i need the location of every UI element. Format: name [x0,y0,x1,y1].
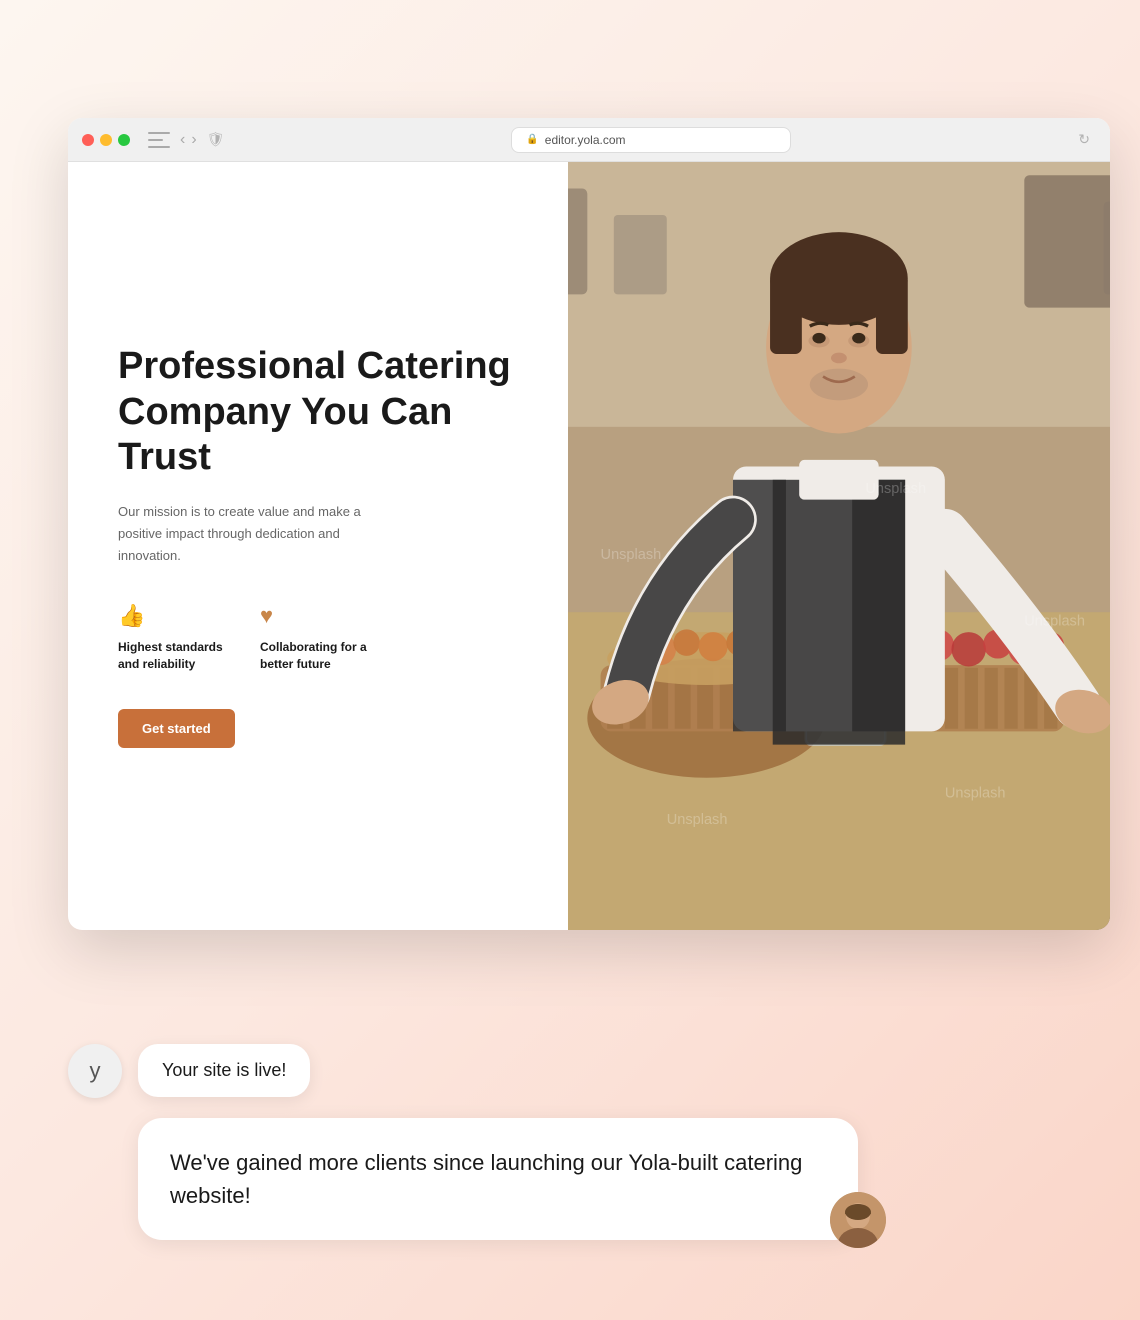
svg-text:Unsplash: Unsplash [945,786,1006,802]
yola-avatar-letter: y [90,1058,101,1084]
address-bar-wrapper: 🔒 editor.yola.com [234,127,1068,153]
heart-icon: ♥ [260,603,370,629]
nav-buttons: ‹ › [180,131,197,149]
svg-text:Unsplash: Unsplash [1024,613,1085,629]
feature-item-standards: 👍 Highest standards and reliability [118,603,228,673]
lock-icon: 🔒 [526,134,538,145]
svg-text:Unsplash: Unsplash [667,812,728,828]
browser-window: ‹ › 🛡 🔒 editor.yola.com ↻ Professional C… [68,118,1110,930]
testimonial-bubble: We've gained more clients since launchin… [138,1118,858,1240]
user-avatar [830,1192,886,1248]
get-started-button[interactable]: Get started [118,709,235,748]
feature-label-collaboration: Collaborating for a better future [260,639,370,673]
fullscreen-button[interactable] [118,134,130,146]
address-bar[interactable]: 🔒 editor.yola.com [511,127,791,153]
site-live-text: Your site is live! [162,1060,286,1080]
feature-item-collaboration: ♥ Collaborating for a better future [260,603,370,673]
thumbs-up-icon: 👍 [118,603,228,629]
user-avatar-image [830,1192,886,1248]
chef-illustration: Unsplash Unsplash Unsplash Unsplash Unsp… [568,162,1110,930]
feature-label-standards: Highest standards and reliability [118,639,228,673]
reload-button[interactable]: ↻ [1078,131,1090,148]
sidebar-toggle-icon[interactable] [148,132,170,148]
site-live-row: y Your site is live! [68,1044,1040,1098]
testimonial-text: We've gained more clients since launchin… [170,1150,802,1208]
hero-title: Professional Catering Company You Can Tr… [118,344,518,481]
hero-image: Unsplash Unsplash Unsplash Unsplash Unsp… [568,162,1110,930]
close-button[interactable] [82,134,94,146]
forward-button[interactable]: › [191,131,196,149]
yola-avatar: y [68,1044,122,1098]
hero-image-area: Unsplash Unsplash Unsplash Unsplash Unsp… [568,162,1110,930]
content-left: Professional Catering Company You Can Tr… [68,162,568,930]
svg-text:Unsplash: Unsplash [866,481,927,497]
svg-text:Unsplash: Unsplash [601,547,662,563]
url-text: editor.yola.com [545,133,626,147]
back-button[interactable]: ‹ [180,131,185,149]
traffic-lights [82,134,130,146]
testimonial-row: We've gained more clients since launchin… [138,1118,1040,1240]
browser-toolbar: ‹ › 🛡 🔒 editor.yola.com ↻ [68,118,1110,162]
browser-content: Professional Catering Company You Can Tr… [68,162,1110,930]
hero-description: Our mission is to create value and make … [118,501,398,567]
features-row: 👍 Highest standards and reliability ♥ Co… [118,603,518,673]
chat-section: y Your site is live! We've gained more c… [68,1044,1040,1240]
minimize-button[interactable] [100,134,112,146]
shield-icon: 🛡 [207,131,225,148]
site-live-bubble: Your site is live! [138,1044,310,1097]
